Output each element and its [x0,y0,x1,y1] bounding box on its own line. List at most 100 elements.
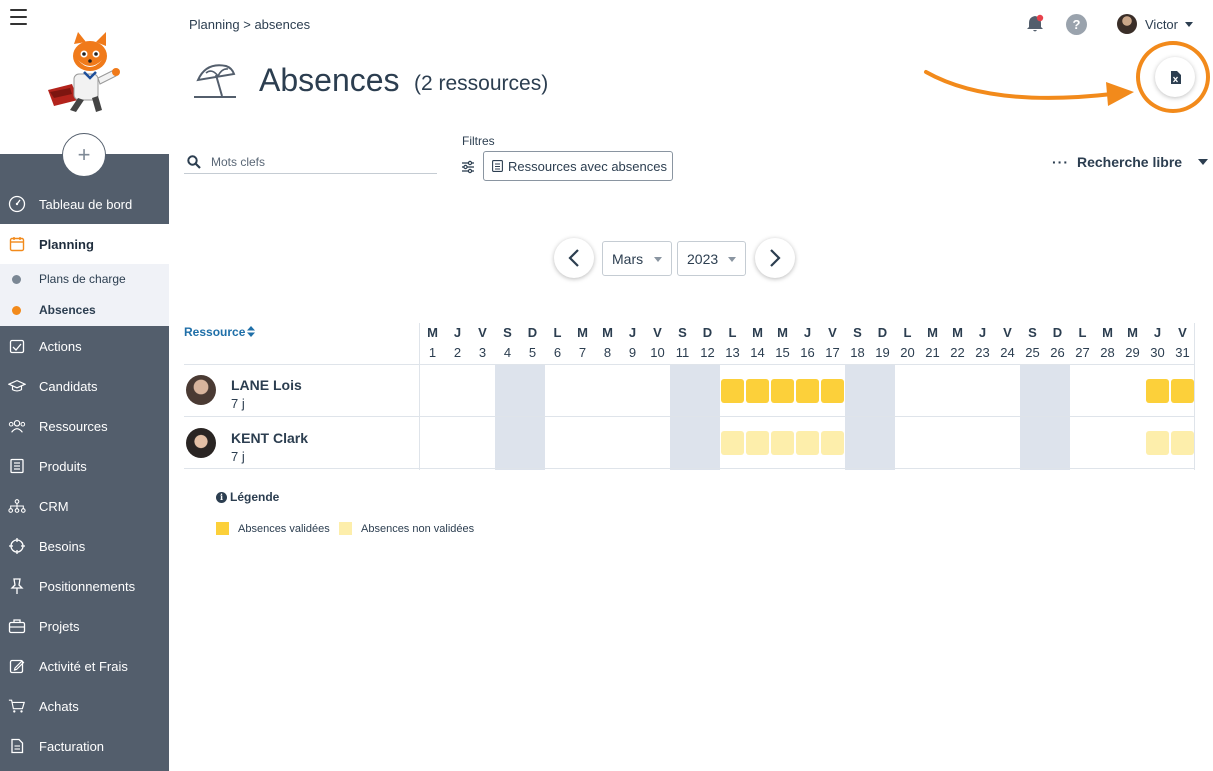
absence-cell[interactable] [1146,431,1169,455]
breadcrumb: Planning > absences [189,17,310,32]
weekend-column [845,365,870,470]
absence-cell[interactable] [721,379,744,403]
fox-logo [48,32,120,112]
nav-planning[interactable]: Planning [0,224,169,264]
search-icon [187,154,201,169]
day-number: 9 [628,345,637,360]
nav-produits[interactable]: Produits [0,446,169,486]
absence-cell[interactable] [821,431,844,455]
sort-icon [247,326,256,337]
day-number: 10 [650,345,665,360]
day-number: 26 [1050,345,1065,360]
nav-label: Actions [39,338,82,354]
nav-achats[interactable]: Achats [0,686,169,726]
year-select[interactable]: 2023 [677,241,746,276]
absence-cell[interactable] [1171,431,1194,455]
nav-label: Facturation [39,738,105,754]
export-excel-button[interactable] [1155,57,1195,97]
previous-month-button[interactable] [554,238,594,278]
subnav-absences[interactable]: Absences [0,295,169,325]
day-letter: M [577,325,588,340]
more-icon: ··· [1052,154,1069,170]
weekend-column [1020,365,1045,470]
info-icon: i [216,491,227,503]
free-search-label: Recherche libre [1077,154,1183,170]
day-number: 22 [950,345,965,360]
nav-actions[interactable]: Actions [0,326,169,366]
nav-label: CRM [39,498,69,514]
day-letter: D [1052,325,1063,340]
day-letter: J [803,325,812,340]
chevron-down-icon [728,257,736,262]
weekend-column [870,365,895,470]
user-menu[interactable]: Victor [1117,14,1193,34]
help-icon[interactable]: ? [1066,14,1087,35]
resource-name[interactable]: LANE Lois [231,377,302,393]
day-letter: S [853,325,862,340]
day-letter: J [453,325,462,340]
absence-cell[interactable] [796,431,819,455]
absence-cell[interactable] [771,379,794,403]
avatar [186,428,216,458]
document-icon [8,457,26,475]
nav-label: Projets [39,618,80,634]
briefcase-icon [8,617,26,635]
day-number: 11 [675,345,690,360]
breadcrumb-parent[interactable]: Planning [189,17,240,32]
avatar [1117,14,1137,34]
edit-icon [8,657,26,675]
sidebar-header [0,0,169,154]
day-number: 3 [478,345,487,360]
nav-label: Achats [39,698,79,714]
absence-cell[interactable] [746,379,769,403]
nav-candidats[interactable]: Candidats [0,366,169,406]
absence-cell[interactable] [821,379,844,403]
nav-besoins[interactable]: Besoins [0,526,169,566]
nav-ressources[interactable]: Ressources [0,406,169,446]
filter-chip-ressources-avec-absences[interactable]: Ressources avec absences [483,151,673,181]
excel-file-icon [1170,70,1181,84]
day-letter: M [952,325,963,340]
nav-crm[interactable]: CRM [0,486,169,526]
nav-facturation[interactable]: Facturation [0,726,169,766]
nav-tableau-de-bord[interactable]: Tableau de bord [0,184,169,224]
absence-cell[interactable] [1171,379,1194,403]
absence-cell[interactable] [746,431,769,455]
next-month-button[interactable] [755,238,795,278]
day-number: 6 [553,345,562,360]
subnav-plans-de-charge[interactable]: Plans de charge [0,264,169,294]
absence-cell[interactable] [1146,379,1169,403]
cart-icon [8,697,26,715]
filters-label: Filtres [462,134,495,148]
search-input[interactable]: Mots clefs [184,150,437,174]
absence-cell[interactable] [796,379,819,403]
sliders-icon[interactable] [461,160,475,174]
invoice-icon [8,737,26,755]
day-letter: D [702,325,713,340]
day-letter: L [903,325,912,340]
breadcrumb-current: absences [254,17,311,32]
month-select[interactable]: Mars [602,241,672,276]
legend-item-validated: Absences validées [216,522,330,535]
nav-positionnements[interactable]: Positionnements [0,566,169,606]
day-letter: V [1178,325,1187,340]
nav-projets[interactable]: Projets [0,606,169,646]
notification-bell-icon[interactable] [1025,14,1045,34]
bullet-icon [12,305,21,315]
day-number: 29 [1125,345,1140,360]
absence-cell[interactable] [771,431,794,455]
free-search-dropdown[interactable]: ··· Recherche libre [1052,153,1209,171]
nav-activite-et-frais[interactable]: Activité et Frais [0,646,169,686]
add-button[interactable]: + [62,133,106,177]
weekend-column [670,365,695,470]
list-icon [492,160,503,172]
nav-label: Activité et Frais [39,658,128,674]
resource-name[interactable]: KENT Clark [231,430,308,446]
day-letter: V [828,325,837,340]
page-subtitle: (2 ressources) [414,72,549,95]
day-letter: V [478,325,487,340]
resource-column-header[interactable]: Ressource [184,325,256,339]
menu-icon[interactable] [10,9,27,25]
day-number: 14 [750,345,765,360]
absence-cell[interactable] [721,431,744,455]
